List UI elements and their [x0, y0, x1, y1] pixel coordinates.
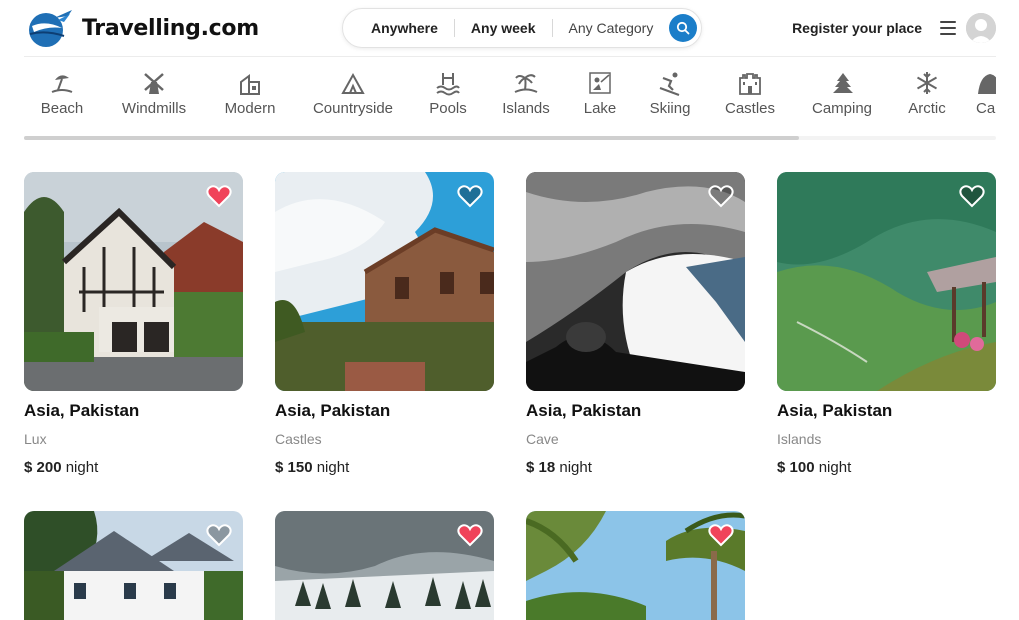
listing-category: Castles: [275, 431, 322, 447]
tent-icon: [341, 72, 365, 94]
heart-icon[interactable]: [708, 523, 734, 547]
user-nav: Register your place: [792, 12, 996, 44]
heart-outline-icon[interactable]: [708, 184, 734, 208]
listing-title: Asia, Pakistan: [777, 401, 893, 420]
category-bar: Beach Windmills Modern Countryside Pools…: [24, 62, 996, 128]
listing-price: $ 18 night: [526, 459, 592, 476]
category-cave[interactable]: Ca: [976, 62, 996, 124]
listing-card[interactable]: [24, 511, 243, 620]
heart-outline-icon[interactable]: [457, 184, 483, 208]
listing-photo[interactable]: [275, 172, 494, 391]
listing-photo[interactable]: [24, 172, 243, 391]
snowflake-icon: [916, 72, 938, 94]
category-windmills[interactable]: Windmills: [112, 62, 196, 124]
listing-card[interactable]: [275, 511, 494, 620]
listing-title: Asia, Pakistan: [24, 401, 140, 420]
hamburger-menu-icon[interactable]: [940, 21, 956, 35]
avatar[interactable]: [966, 13, 996, 43]
skiing-icon: [659, 72, 680, 96]
user-icon: [966, 13, 996, 43]
listing-category: Cave: [526, 431, 559, 447]
globe-plane-icon: [29, 10, 72, 47]
heart-outline-icon[interactable]: [959, 184, 985, 208]
register-link[interactable]: Register your place: [792, 20, 922, 36]
heart-icon[interactable]: [206, 184, 232, 208]
listing-category: Islands: [777, 431, 822, 447]
castle-icon: [739, 73, 761, 95]
category-beach[interactable]: Beach: [32, 62, 92, 124]
category-lake[interactable]: Lake: [580, 62, 620, 124]
category-camping[interactable]: Camping: [804, 62, 880, 124]
modern-house-icon: [240, 74, 260, 95]
category-skiing[interactable]: Skiing: [644, 62, 696, 124]
category-castles[interactable]: Castles: [720, 62, 780, 124]
search-when[interactable]: Any week: [455, 19, 553, 37]
listing-title: Asia, Pakistan: [275, 401, 391, 420]
listing-title: Asia, Pakistan: [526, 401, 642, 420]
search-bar[interactable]: Anywhere Any week Any Category: [342, 8, 702, 48]
listing-card[interactable]: [526, 511, 745, 620]
pool-icon: [436, 73, 460, 96]
listing-photo[interactable]: [24, 511, 243, 620]
heart-outline-icon[interactable]: [206, 523, 232, 547]
listing-price: $ 100 night: [777, 459, 852, 476]
logo[interactable]: Travelling.com: [24, 6, 259, 50]
listing-price: $ 150 night: [275, 459, 350, 476]
listing-photo[interactable]: [777, 172, 996, 391]
cave-icon: [978, 74, 996, 94]
listing-photo[interactable]: [526, 511, 745, 620]
search-icon: [677, 21, 690, 35]
search-button[interactable]: [669, 14, 698, 42]
listing-card[interactable]: Asia, Pakistan Cave $ 18 night: [526, 172, 745, 477]
listing-photo[interactable]: [275, 511, 494, 620]
windmill-icon: [144, 73, 164, 94]
listing-card[interactable]: Asia, Pakistan Lux $ 200 night: [24, 172, 243, 477]
category-modern[interactable]: Modern: [220, 62, 280, 124]
search-category[interactable]: Any Category: [553, 19, 670, 37]
listing-card[interactable]: Asia, Pakistan Islands $ 100 night: [777, 172, 996, 477]
category-islands[interactable]: Islands: [496, 62, 556, 124]
brand-name: Travelling.com: [82, 15, 259, 41]
lake-icon: [589, 72, 611, 94]
beach-icon: [51, 75, 73, 93]
listing-price: $ 200 night: [24, 459, 99, 476]
island-icon: [514, 74, 538, 93]
listing-card[interactable]: Asia, Pakistan Castles $ 150 night: [275, 172, 494, 477]
category-arctic[interactable]: Arctic: [902, 62, 952, 124]
category-pools[interactable]: Pools: [420, 62, 476, 124]
header: Travelling.com Anywhere Any week Any Cat…: [24, 6, 996, 50]
camping-icon: [833, 73, 853, 93]
listing-category: Lux: [24, 431, 47, 447]
search-where[interactable]: Anywhere: [371, 19, 455, 37]
category-countryside[interactable]: Countryside: [306, 62, 400, 124]
category-scrollbar-thumb[interactable]: [24, 136, 799, 140]
header-divider: [24, 56, 996, 57]
heart-icon[interactable]: [457, 523, 483, 547]
listing-photo[interactable]: [526, 172, 745, 391]
